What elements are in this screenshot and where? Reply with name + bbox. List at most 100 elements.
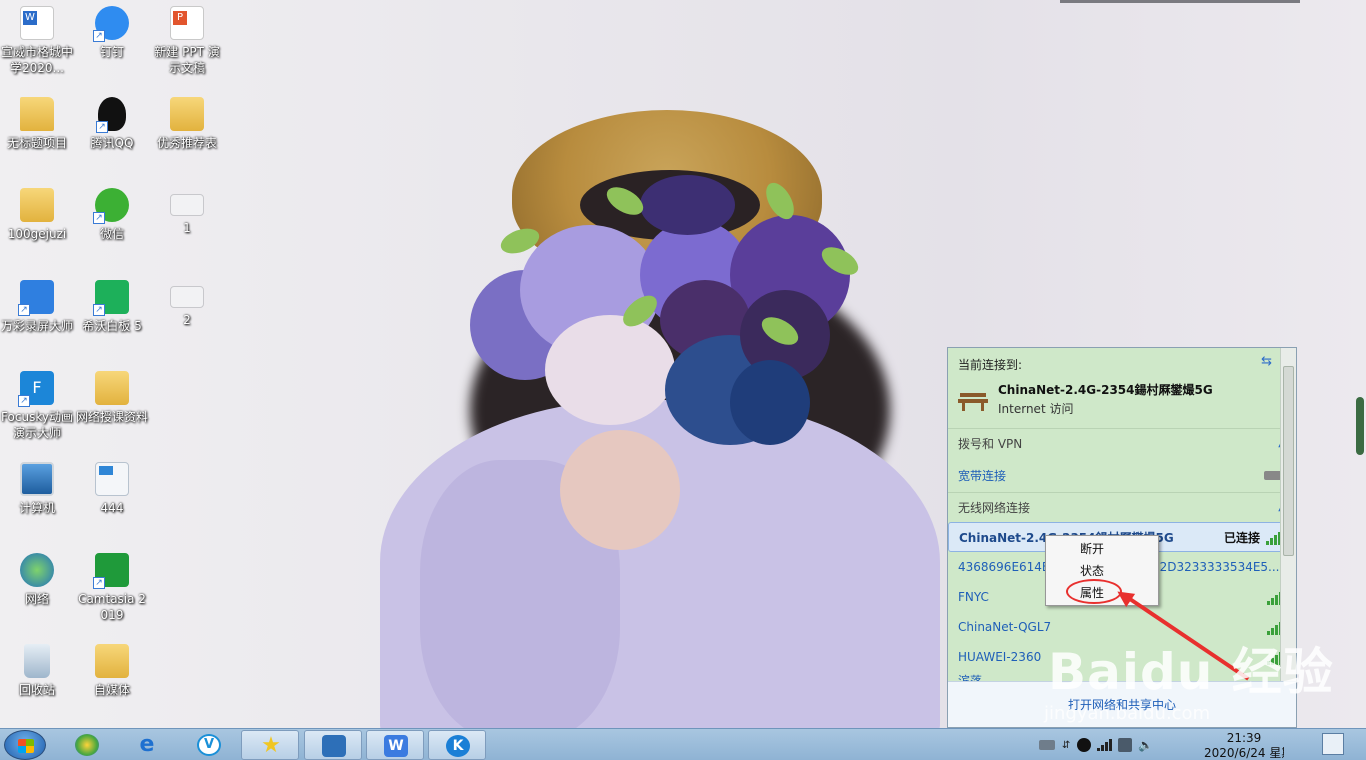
focusky-icon: F ↗ — [18, 371, 54, 407]
desktop-icon-self-media[interactable]: 自媒体 — [75, 644, 149, 698]
qq-penguin-icon: ↗ — [96, 97, 126, 133]
image-file-icon — [170, 286, 204, 308]
ie-browser-icon: e — [139, 732, 155, 757]
camtasia-icon: ↗ — [93, 553, 129, 589]
wifi-network-status: 已连接 — [1223, 530, 1260, 545]
baidu-watermark-logo: Baidu 经验 — [1048, 643, 1334, 701]
tray-expand-icon[interactable]: ⇵ — [1062, 740, 1070, 751]
desktop-icon-wechat[interactable]: ↗ 微信 — [75, 188, 149, 242]
wifi-network-name: FNYC — [958, 590, 989, 604]
computer-icon — [20, 462, 54, 496]
desktop-icon-label: 计算机 — [18, 501, 55, 515]
desktop-icon-label: 网络 — [24, 592, 49, 606]
menu-item-disconnect[interactable]: 断开 — [1046, 538, 1158, 560]
window-edge — [1060, 0, 1300, 3]
taskbar-app-360[interactable] — [58, 730, 116, 760]
desktop-icon-qq[interactable]: ↗ 腾讯QQ — [75, 97, 149, 151]
desktop-icon-screen-recorder[interactable]: ↗ 万彩录屏大师 — [0, 280, 74, 334]
desktop-icon-label: 1 — [183, 221, 191, 235]
volume-icon[interactable]: 🔈 — [1138, 738, 1153, 752]
start-button[interactable] — [4, 730, 46, 760]
wechat-icon: ↗ — [93, 188, 129, 224]
desktop-icon-dingtalk[interactable]: ↗ 钉钉 — [75, 6, 149, 60]
image-file-icon — [170, 194, 204, 216]
desktop-icon-image-1[interactable]: 1 — [150, 188, 224, 236]
desktop-icon-label: 腾讯QQ — [90, 136, 134, 150]
annotation-circle — [1066, 579, 1122, 604]
taskbar-clock[interactable]: 21:39 2020/6/24 星期三 — [1204, 731, 1284, 760]
taskbar-app-ie[interactable]: e — [118, 730, 176, 760]
wps-app-icon: W — [384, 735, 408, 757]
desktop-icon-label: 444 — [100, 501, 124, 515]
taskbar-app-k[interactable]: K — [428, 730, 486, 760]
desktop-icon-label: 回收站 — [18, 683, 55, 697]
desktop-icon-course-materials[interactable]: 网络授课资料 — [75, 371, 149, 425]
recycle-bin-icon — [24, 644, 50, 678]
wireless-section-label: 无线网络连接 — [958, 501, 1031, 515]
dialup-vpn-section[interactable]: 拨号和 VPN ▲ — [948, 428, 1296, 458]
fs-file-icon — [95, 462, 129, 496]
broadband-connection[interactable]: 宽带连接 — [948, 458, 1296, 492]
ppt-doc-icon: P — [170, 6, 204, 40]
desktop-icon-untitled-project[interactable]: 无标题项目 — [0, 97, 74, 151]
word-doc-icon: W — [20, 6, 54, 40]
taskbar-app-star[interactable]: ★ — [241, 730, 299, 760]
taskbar-app-vpn[interactable]: V — [180, 730, 238, 760]
desktop-icon-network[interactable]: 网络 — [0, 553, 74, 607]
desktop-icon-label: 网络授课资料 — [75, 410, 148, 424]
desktop-icon-camtasia[interactable]: ↗ Camtasia 2019 — [75, 553, 149, 623]
current-connection: 当前连接到: ⇆ ChinaNet-2.4G-2354鍚村厤鐢熶5G Inter… — [948, 348, 1296, 428]
wifi-network-name: HUAWEI-2360 — [958, 650, 1042, 664]
desktop-icon-label: 自媒体 — [93, 683, 130, 697]
desktop-icon-label: 宣威市格城中学2020... — [0, 45, 73, 75]
k-app-icon: K — [446, 735, 470, 757]
broadband-label: 宽带连接 — [958, 468, 1007, 483]
wifi-tray-icon[interactable] — [1097, 739, 1113, 751]
wallpaper-neck — [560, 430, 680, 550]
desktop-icon-doc[interactable]: W 宣威市格城中学2020... — [0, 6, 74, 76]
power-icon[interactable] — [1118, 738, 1133, 752]
desktop-icon-easinote[interactable]: ↗ 希沃白板 5 — [75, 280, 149, 334]
desktop-icon-label: 优秀推荐表 — [156, 136, 217, 150]
desktop-icon-label: 新建 PPT 演示文稿 — [154, 45, 220, 75]
folder-icon — [20, 97, 54, 131]
folder-icon — [95, 644, 129, 678]
scrollbar-thumb[interactable] — [1283, 366, 1294, 556]
news-app-icon — [322, 735, 346, 757]
system-tray: ⇵ 🔈 — [1036, 738, 1156, 752]
baidu-watermark-url: jingyan.baidu.com — [1044, 703, 1211, 724]
network-globe-icon — [20, 553, 54, 587]
folder-icon — [170, 97, 204, 131]
security-app-icon — [75, 734, 99, 756]
desktop-icon-recycle-bin[interactable]: 回收站 — [0, 644, 74, 698]
desktop-icon-label: Camtasia 2019 — [78, 592, 146, 622]
desktop-icon-image-2[interactable]: 2 — [150, 280, 224, 328]
bench-network-icon — [958, 387, 988, 411]
side-widget-handle[interactable] — [1356, 397, 1364, 455]
desktop-icon-label: 100gejuzi — [7, 227, 67, 241]
desktop-icon-label: 微信 — [99, 227, 124, 241]
action-center-icon[interactable] — [1322, 733, 1344, 755]
qq-tray-icon[interactable] — [1077, 738, 1092, 752]
keyboard-icon[interactable] — [1039, 740, 1055, 750]
dingtalk-icon: ↗ — [93, 6, 129, 42]
desktop-icon-focusky[interactable]: F ↗ Focusky动画演示大师 — [0, 371, 74, 441]
desktop-icon-computer[interactable]: 计算机 — [0, 462, 74, 516]
desktop-icon-label: 2 — [183, 313, 191, 327]
desktop-icon-100gejuzi[interactable]: 100gejuzi — [0, 188, 74, 242]
windows-logo-icon — [18, 739, 34, 753]
current-connection-title: 当前连接到: — [958, 358, 1023, 372]
taskbar-app-news[interactable] — [304, 730, 362, 760]
desktop-icon-444[interactable]: 444 — [75, 462, 149, 516]
desktop-icon-ppt[interactable]: P 新建 PPT 演示文稿 — [150, 6, 224, 76]
folder-icon — [95, 371, 129, 405]
desktop-icon-label: 钉钉 — [99, 45, 124, 59]
desktop-icon-label: 无标题项目 — [6, 136, 67, 150]
current-network-name: ChinaNet-2.4G-2354鍚村厤鐢熶5G — [998, 383, 1213, 397]
desktop-icon-recommend-form[interactable]: 优秀推荐表 — [150, 97, 224, 151]
wireless-section[interactable]: 无线网络连接 ▲ — [948, 492, 1296, 522]
refresh-icon[interactable]: ⇆ — [1261, 354, 1272, 369]
taskbar-app-wps[interactable]: W — [366, 730, 424, 760]
wifi-network-name: ChinaNet-QGL7 — [958, 620, 1052, 634]
taskbar: e V ★ W K ⇵ 🔈 21:39 2020/6/24 星期三 — [0, 728, 1366, 760]
